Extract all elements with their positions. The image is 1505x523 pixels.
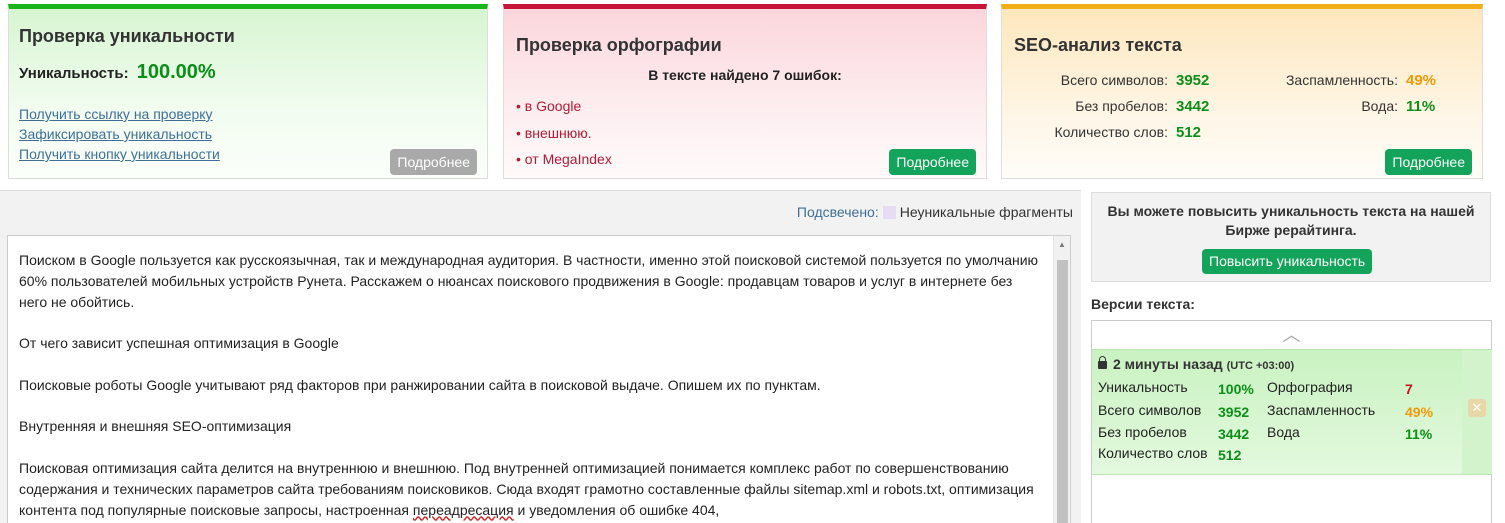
spelling-error-list: в Google внешнюю. от MegaIndex xyxy=(516,98,612,178)
text-fragment: и уведомления об ошибке 404, xyxy=(513,501,720,518)
seo-card: SEO-анализ текста Всего символов: 3952 Бе… xyxy=(1001,4,1483,179)
version-spell-value: 7 xyxy=(1405,381,1413,397)
versions-title: Версии текста: xyxy=(1091,296,1195,312)
seo-no-spaces-value: 3442 xyxy=(1176,98,1210,115)
highlight-swatch xyxy=(882,206,896,219)
version-nospace-label: Без пробелов xyxy=(1098,424,1187,440)
checked-text: Поиском в Google пользуется как русскояз… xyxy=(19,250,1044,523)
version-uniq-label: Уникальность xyxy=(1098,379,1188,395)
spelling-details-button[interactable]: Подробнее xyxy=(889,149,976,175)
seo-total-chars-value: 3952 xyxy=(1176,72,1210,89)
increase-uniqueness-button[interactable]: Повысить уникальность xyxy=(1202,249,1373,274)
spelling-title: Проверка орфографии xyxy=(516,35,722,55)
seo-details-button[interactable]: Подробнее xyxy=(1385,149,1472,175)
seo-total-chars-label: Всего символов: xyxy=(1060,72,1168,88)
version-words-value: 512 xyxy=(1218,447,1242,463)
uniqueness-result: Уникальность: 100.00% xyxy=(19,61,216,84)
uniqueness-details-button[interactable]: Подробнее xyxy=(390,149,477,175)
seo-water: Вода: 11% xyxy=(1252,98,1435,115)
version-total-label: Всего символов xyxy=(1098,402,1202,418)
version-time: 2 минуты назад xyxy=(1113,356,1223,372)
version-header: 2 минуты назад (UTC +03:00) xyxy=(1098,356,1294,372)
uniqueness-value: 100.00% xyxy=(136,61,216,83)
version-total-value: 3952 xyxy=(1218,404,1250,420)
version-side: ✕ xyxy=(1462,349,1492,475)
highlight-label: Подсвечено: xyxy=(796,204,879,220)
seo-spam-value: 49% xyxy=(1406,72,1437,89)
version-water-value: 11% xyxy=(1405,426,1433,442)
text-paragraph: Поисковая оптимизация сайта делится на в… xyxy=(19,458,1044,520)
promo-text: Вы можете повысить уникальность текста н… xyxy=(1107,203,1475,238)
highlight-legend-text: Неуникальные фрагменты xyxy=(899,204,1073,220)
seo-spam-label: Заспамленность: xyxy=(1285,72,1398,88)
text-scrollbar[interactable]: ▲ xyxy=(1053,236,1070,523)
text-paragraph: Внутренняя и внешняя SEO-оптимизация xyxy=(19,418,292,435)
chevron-up-icon[interactable]: ︿ xyxy=(1092,321,1491,349)
seo-title: SEO-анализ текста xyxy=(1014,35,1182,55)
version-uniq-value: 100% xyxy=(1218,381,1254,397)
seo-total-chars: Всего символов: 3952 xyxy=(1014,72,1210,89)
uniqueness-label: Уникальность: xyxy=(19,65,129,82)
version-spam-label: Заспамленность xyxy=(1267,402,1376,418)
seo-no-spaces: Без пробелов: 3442 xyxy=(1014,98,1209,115)
lock-icon xyxy=(1098,356,1107,369)
seo-words-value: 512 xyxy=(1176,124,1202,141)
uniqueness-card: Проверка уникальности Уникальность: 100.… xyxy=(8,4,488,179)
close-icon[interactable]: ✕ xyxy=(1468,399,1486,417)
text-paragraph: Поисковые роботы Google учитывают ряд фа… xyxy=(19,376,821,393)
uniqueness-links: Получить ссылку на проверку Зафиксироват… xyxy=(19,104,220,164)
seo-no-spaces-label: Без пробелов: xyxy=(1075,98,1168,114)
text-paragraph: Поиском в Google пользуется как русскояз… xyxy=(19,252,1039,310)
versions-list: ︿ 2 минуты назад (UTC +03:00) Уникальност… xyxy=(1091,320,1492,523)
spelling-card: Проверка орфографии В тексте найдено 7 о… xyxy=(503,4,987,179)
text-panel: Подсвечено: Неуникальные фрагменты Поиско… xyxy=(0,190,1081,523)
version-nospace-value: 3442 xyxy=(1218,426,1250,442)
spelling-error-item[interactable]: в Google xyxy=(516,98,612,125)
spelling-error-item[interactable]: от MegaIndex xyxy=(516,151,612,178)
uniqueness-title: Проверка уникальности xyxy=(19,26,235,46)
seo-water-value: 11% xyxy=(1406,98,1436,115)
seo-water-label: Вода: xyxy=(1361,98,1398,114)
highlight-legend: Подсвечено: Неуникальные фрагменты xyxy=(797,204,1073,220)
rewrite-promo: Вы можете повысить уникальность текста н… xyxy=(1091,192,1491,282)
version-spam-value: 49% xyxy=(1405,404,1434,420)
version-words-label: Количество слов xyxy=(1098,445,1208,461)
seo-words-label: Количество слов: xyxy=(1054,124,1168,140)
version-timezone: (UTC +03:00) xyxy=(1226,360,1295,372)
spelling-summary: В тексте найдено 7 ошибок: xyxy=(648,67,842,83)
fix-uniqueness-link[interactable]: Зафиксировать уникальность xyxy=(19,124,220,144)
seo-words: Количество слов: 512 xyxy=(1014,124,1201,141)
seo-spam: Заспамленность: 49% xyxy=(1252,72,1436,89)
spelling-error-word[interactable]: переадресация xyxy=(413,502,514,518)
scroll-thumb[interactable] xyxy=(1057,260,1068,523)
scroll-up-arrow-icon[interactable]: ▲ xyxy=(1054,236,1070,254)
version-item[interactable]: 2 минуты назад (UTC +03:00) Уникальность … xyxy=(1092,349,1462,475)
version-spell-label: Орфография xyxy=(1267,379,1353,395)
get-uniqueness-button-link[interactable]: Получить кнопку уникальности xyxy=(19,144,220,164)
spelling-error-item[interactable]: внешнюю. xyxy=(516,125,612,152)
checked-text-area[interactable]: Поиском в Google пользуется как русскояз… xyxy=(7,235,1071,523)
get-check-link[interactable]: Получить ссылку на проверку xyxy=(19,104,220,124)
version-water-label: Вода xyxy=(1267,424,1300,440)
text-paragraph: От чего зависит успешная оптимизация в G… xyxy=(19,335,339,352)
